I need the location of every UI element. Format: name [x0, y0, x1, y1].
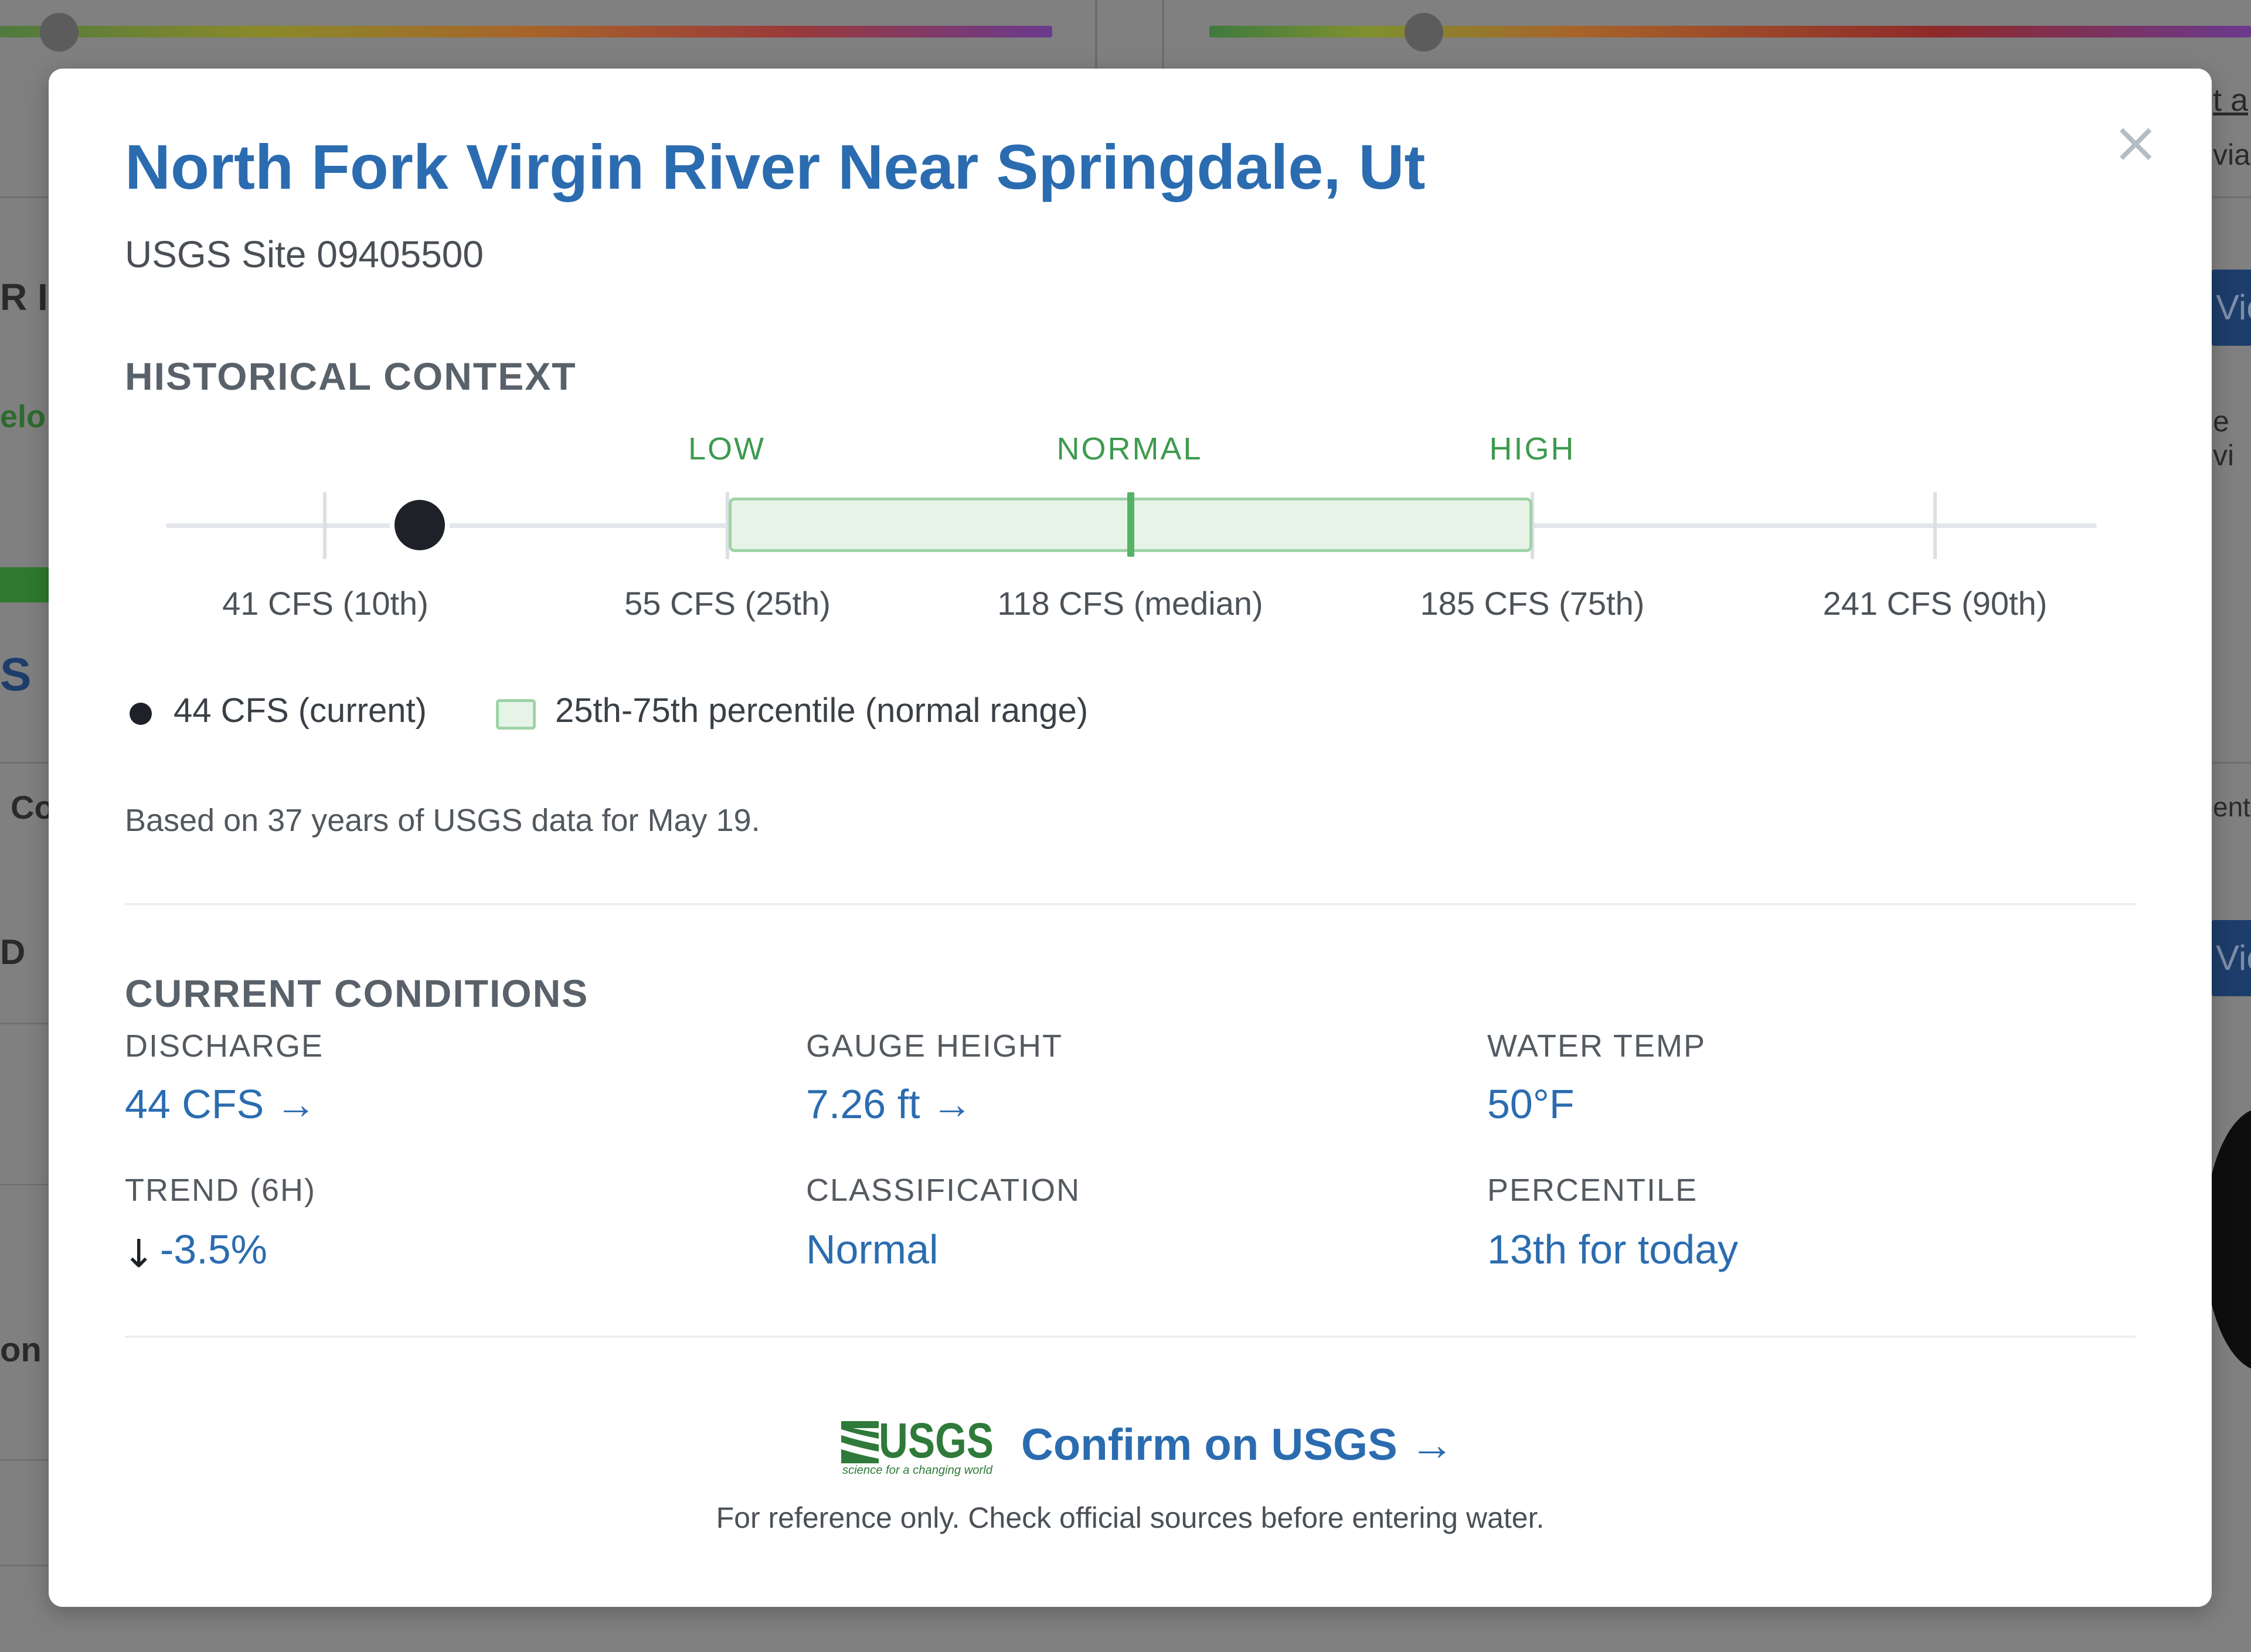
tick-label-25th: 55 CFS (25th) [624, 585, 831, 622]
background-view-button: Vie [2210, 920, 2251, 996]
percentile-tick [1933, 492, 1937, 559]
background-divider [2210, 762, 2251, 764]
confirm-on-usgs-link[interactable]: Confirm on USGS → [1021, 1419, 1454, 1470]
median-marker [1127, 492, 1134, 557]
section-divider [125, 903, 2136, 905]
trend-label: TREND (6H) [125, 1173, 316, 1208]
classification-label: CLASSIFICATION [806, 1173, 1081, 1208]
background-text: S [0, 648, 32, 700]
background-green-strip [0, 567, 53, 602]
usgs-logo: USGS science for a changing world [841, 1418, 994, 1476]
percentile-value: 13th for today [1487, 1227, 1739, 1272]
background-divider [0, 1565, 53, 1566]
historical-context-heading: HISTORICAL CONTEXT [125, 355, 577, 398]
background-divider [0, 762, 53, 764]
background-text: R I [0, 276, 48, 318]
background-text: ent [2213, 792, 2250, 822]
background-divider [0, 196, 53, 198]
low-range-label: LOW [688, 431, 766, 466]
background-divider [1162, 0, 1164, 70]
legend-current-dot [130, 703, 152, 725]
background-text: via [2213, 138, 2250, 171]
water-temp-value: 50°F [1487, 1081, 1575, 1127]
background-divider [0, 1023, 53, 1024]
normal-range-label: NORMAL [1056, 431, 1203, 466]
background-divider [0, 1184, 53, 1186]
background-divider [1095, 0, 1097, 70]
percentile-tick [323, 492, 327, 559]
high-range-label: HIGH [1489, 431, 1576, 466]
data-basis-note: Based on 37 years of USGS data for May 1… [125, 803, 760, 838]
legend-normal-label: 25th-75th percentile (normal range) [555, 692, 1089, 730]
close-icon[interactable]: × [2112, 114, 2159, 171]
site-details-modal: × North Fork Virgin River Near Springdal… [49, 69, 2212, 1607]
discharge-label: DISCHARGE [125, 1028, 324, 1064]
site-id: USGS Site 09405500 [125, 233, 484, 275]
tick-label-90th: 241 CFS (90th) [1822, 585, 2048, 622]
tick-label-10th: 41 CFS (10th) [222, 585, 429, 622]
current-flow-marker [395, 500, 445, 550]
background-text: on [0, 1331, 42, 1369]
background-text: D [0, 932, 26, 972]
current-conditions-heading: CURRENT CONDITIONS [125, 972, 589, 1015]
background-divider [0, 1459, 53, 1461]
classification-value: Normal [806, 1227, 939, 1272]
percentile-label: PERCENTILE [1487, 1173, 1698, 1208]
svg-text:science for a changing world: science for a changing world [842, 1464, 993, 1476]
background-divider [2210, 196, 2251, 198]
trend-value: -3.5% [160, 1227, 267, 1272]
tick-label-75th: 185 CFS (75th) [1420, 585, 1645, 622]
disclaimer-text: For reference only. Check official sourc… [716, 1501, 1545, 1534]
svg-text:USGS: USGS [879, 1418, 994, 1468]
gauge-height-label: GAUGE HEIGHT [806, 1028, 1063, 1064]
section-divider [125, 1336, 2136, 1338]
background-view-button: Vie [2210, 270, 2251, 346]
gauge-height-link[interactable]: 7.26 ft → [806, 1081, 973, 1128]
tick-label-median: 118 CFS (median) [997, 585, 1263, 622]
legend-normal-swatch [496, 699, 536, 730]
background-slider-knob [1405, 13, 1443, 52]
background-range-bar-left [0, 26, 1052, 38]
background-text: e vi [2213, 405, 2235, 472]
background-slider-knob [40, 13, 79, 52]
site-title: North Fork Virgin River Near Springdale,… [125, 131, 1426, 202]
background-link: t a [2213, 83, 2249, 118]
arrow-down-icon: ↓ [123, 1231, 155, 1276]
background-range-bar-right [1209, 26, 2251, 38]
background-text: Co [11, 789, 55, 826]
legend-current-label: 44 CFS (current) [174, 692, 427, 730]
discharge-link[interactable]: 44 CFS → [125, 1081, 317, 1128]
water-temp-label: WATER TEMP [1487, 1028, 1706, 1064]
background-text: elo [0, 399, 46, 434]
